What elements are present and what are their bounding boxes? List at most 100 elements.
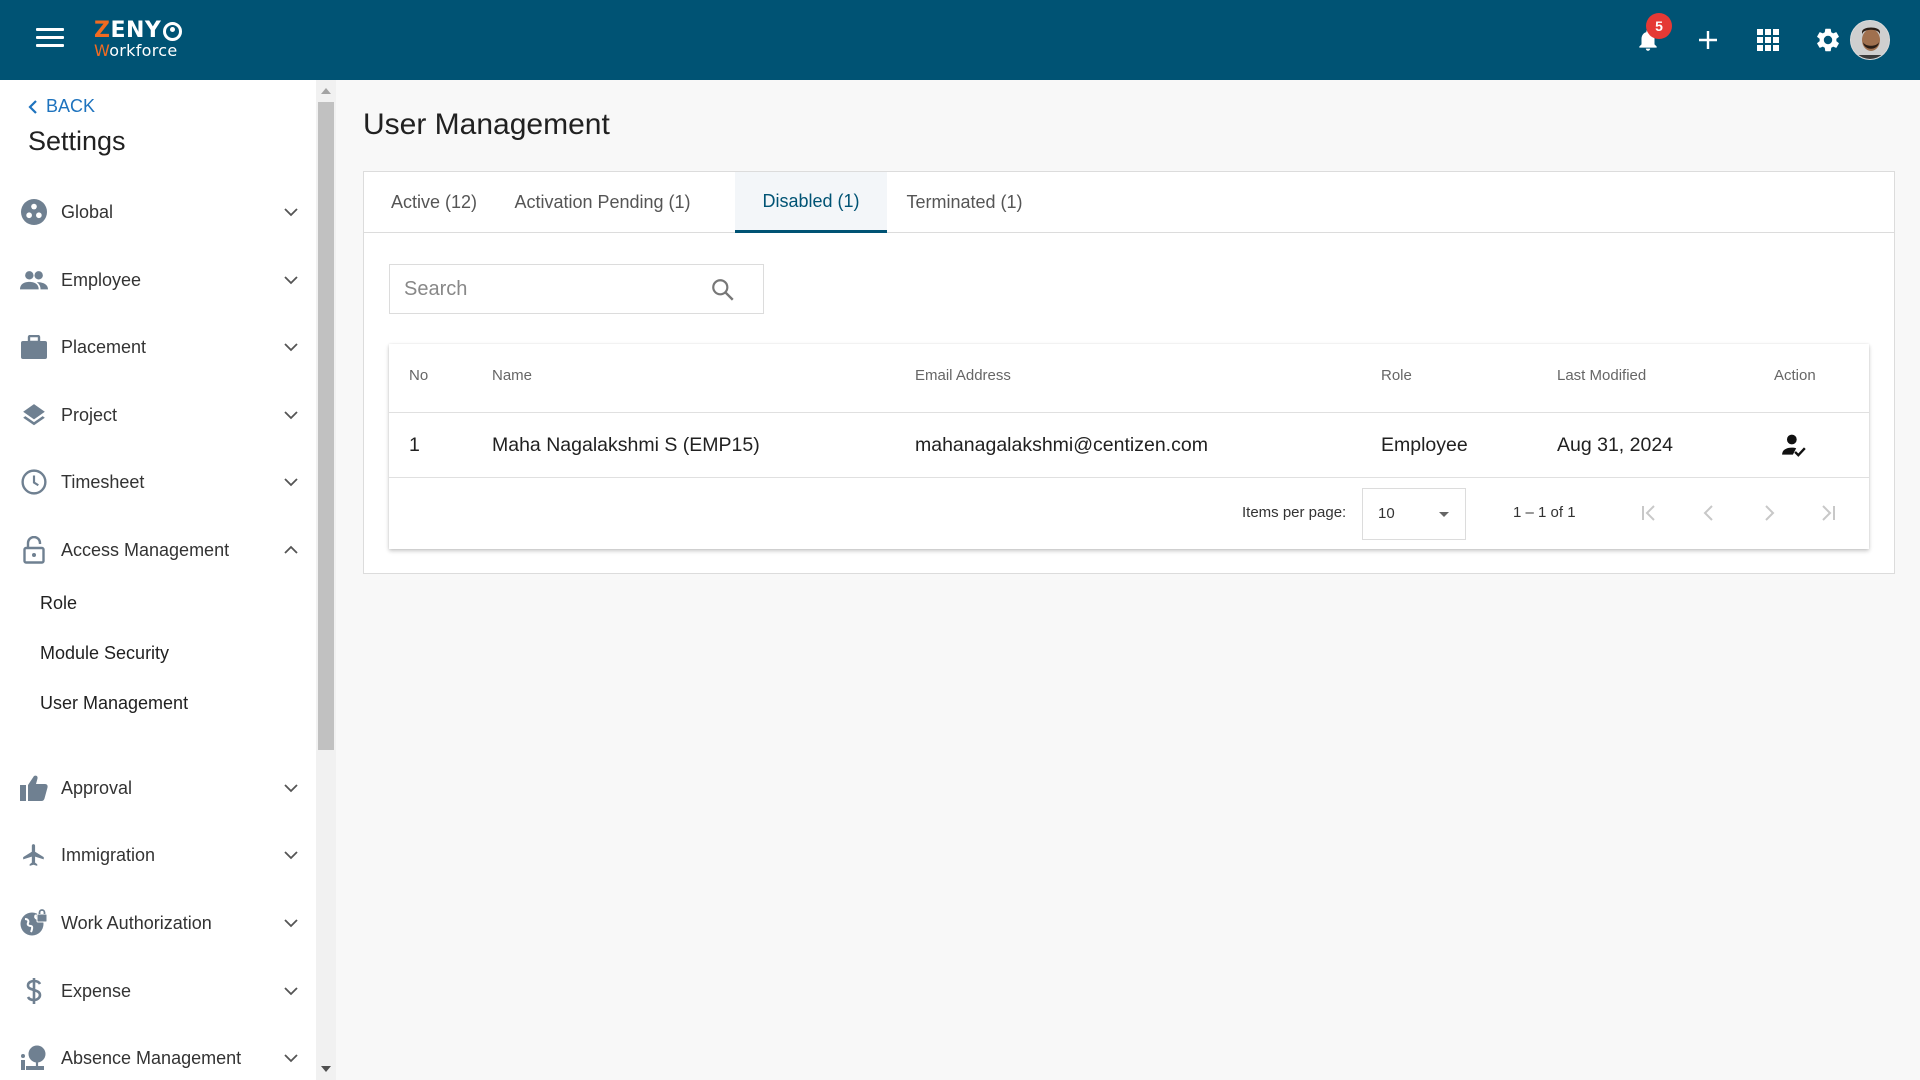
chevron-down-icon: [284, 987, 298, 996]
items-per-page-select[interactable]: 10: [1362, 488, 1466, 540]
chevron-down-icon: [284, 411, 298, 420]
logo-eny: ENY: [110, 18, 162, 43]
scroll-up-arrow-icon[interactable]: [321, 88, 331, 94]
sidebar-item-timesheet[interactable]: Timesheet: [0, 457, 316, 507]
cell-name: Maha Nagalakshmi S (EMP15): [492, 434, 760, 456]
search-icon[interactable]: [710, 277, 736, 303]
logo-z: Z: [94, 18, 111, 43]
chevron-down-icon: [284, 851, 298, 860]
column-header-no: No: [409, 367, 429, 384]
cell-last-modified: Aug 31, 2024: [1557, 434, 1674, 456]
first-page-icon: [1642, 505, 1655, 521]
nav-label: Approval: [61, 777, 133, 798]
nav-label: Expense: [61, 980, 132, 1001]
global-icon: [20, 198, 48, 226]
nav-label: Placement: [61, 336, 147, 357]
first-page-button[interactable]: [1634, 498, 1664, 528]
clock-icon: [20, 468, 48, 496]
nav-label: Global: [61, 201, 114, 222]
dollar-icon: [20, 977, 48, 1005]
sidebar-scrollbar[interactable]: [316, 80, 336, 1080]
sidebar-item-approval[interactable]: Approval: [0, 763, 316, 813]
logo[interactable]: Z ENY Workforce: [94, 18, 183, 60]
last-page-icon: [1822, 505, 1835, 521]
cell-email: mahanagalakshmi@centizen.com: [915, 434, 1208, 456]
chevron-down-icon: [284, 208, 298, 217]
sidebar-item-project[interactable]: Project: [0, 390, 316, 440]
previous-page-button[interactable]: [1694, 498, 1724, 528]
enable-user-icon[interactable]: [1781, 433, 1807, 459]
tab-active[interactable]: Active (12): [364, 172, 504, 233]
page-title: User Management: [363, 108, 610, 141]
items-per-page-value: 10: [1378, 505, 1395, 522]
chevron-right-icon: [1765, 505, 1775, 521]
chevron-down-icon: [284, 478, 298, 487]
tab-terminated[interactable]: Terminated (1): [886, 172, 1043, 233]
apps-grid-icon: [1757, 29, 1779, 51]
sidebar-item-access-management[interactable]: Access Management: [0, 525, 316, 575]
sidebar-item-expense[interactable]: Expense: [0, 966, 316, 1016]
sidebar-title: Settings: [28, 126, 126, 156]
globe-lock-icon: [20, 909, 48, 937]
logo-workforce: orkforce: [109, 41, 178, 60]
gear-icon: [1817, 28, 1839, 52]
tab-disabled[interactable]: Disabled (1): [735, 172, 887, 233]
chevron-down-icon: [284, 276, 298, 285]
last-page-button[interactable]: [1813, 498, 1843, 528]
column-header-role: Role: [1381, 367, 1412, 384]
top-app-bar: Z ENY Workforce 5: [0, 0, 1920, 80]
sidebar-item-work-authorization[interactable]: Work Authorization: [0, 898, 316, 948]
notifications-button[interactable]: 5: [1630, 13, 1672, 58]
column-header-name: Name: [492, 367, 533, 384]
sidebar-subitem-module-security[interactable]: Module Security: [40, 643, 169, 664]
logo-w: W: [94, 41, 110, 60]
scroll-down-arrow-icon[interactable]: [321, 1066, 331, 1072]
status-tabs: Active (12) Activation Pending (1) Disab…: [364, 172, 1894, 233]
column-header-last-modified: Last Modified: [1557, 367, 1647, 384]
settings-button[interactable]: [1810, 22, 1846, 58]
layers-icon: [20, 401, 48, 429]
users-table: No Name Email Address Role Last Modified…: [389, 344, 1869, 549]
search-input[interactable]: [390, 265, 710, 313]
cell-no: 1: [409, 434, 420, 456]
add-button[interactable]: [1690, 22, 1726, 58]
user-management-card: Active (12) Activation Pending (1) Disab…: [363, 171, 1895, 574]
chevron-down-icon: [284, 784, 298, 793]
nav-label: Immigration: [61, 844, 156, 865]
chevron-down-icon: [284, 343, 298, 352]
column-header-action: Action: [1774, 367, 1816, 384]
sidebar-item-placement[interactable]: Placement: [0, 322, 316, 372]
scrollbar-thumb[interactable]: [318, 102, 334, 750]
sidebar-item-employee[interactable]: Employee: [0, 255, 316, 305]
user-avatar[interactable]: [1850, 20, 1890, 60]
lock-icon: [20, 536, 48, 564]
airplane-icon: [20, 841, 48, 869]
sidebar-item-immigration[interactable]: Immigration: [0, 830, 316, 880]
chevron-left-icon: [28, 99, 37, 114]
nav-label: Project: [61, 404, 118, 425]
sidebar-item-absence-management[interactable]: Absence Management: [0, 1033, 316, 1080]
cell-role: Employee: [1381, 434, 1468, 456]
back-link[interactable]: BACK: [28, 96, 95, 117]
page-range-label: 1 – 1 of 1: [1513, 504, 1576, 521]
sidebar-item-global[interactable]: Global: [0, 187, 316, 237]
caret-down-icon: [1439, 512, 1449, 517]
notification-badge: 5: [1646, 13, 1672, 39]
column-header-email: Email Address: [915, 367, 1011, 384]
chevron-down-icon: [284, 919, 298, 928]
chevron-down-icon: [284, 1054, 298, 1063]
paginator: Items per page: 10 1 – 1 of 1: [389, 478, 1869, 549]
sidebar-subitem-role[interactable]: Role: [40, 593, 77, 614]
nav-label: Access Management: [61, 539, 230, 560]
logo-ring-icon: [163, 21, 183, 41]
absence-icon: [20, 1044, 48, 1072]
thumbs-up-icon: [20, 774, 48, 802]
apps-button[interactable]: [1750, 22, 1786, 58]
briefcase-icon: [20, 333, 48, 361]
people-icon: [20, 266, 48, 294]
back-label: BACK: [46, 96, 96, 116]
next-page-button[interactable]: [1754, 498, 1784, 528]
sidebar-subitem-user-management[interactable]: User Management: [40, 693, 188, 714]
tab-activation-pending[interactable]: Activation Pending (1): [504, 172, 701, 233]
menu-icon[interactable]: [36, 28, 64, 52]
